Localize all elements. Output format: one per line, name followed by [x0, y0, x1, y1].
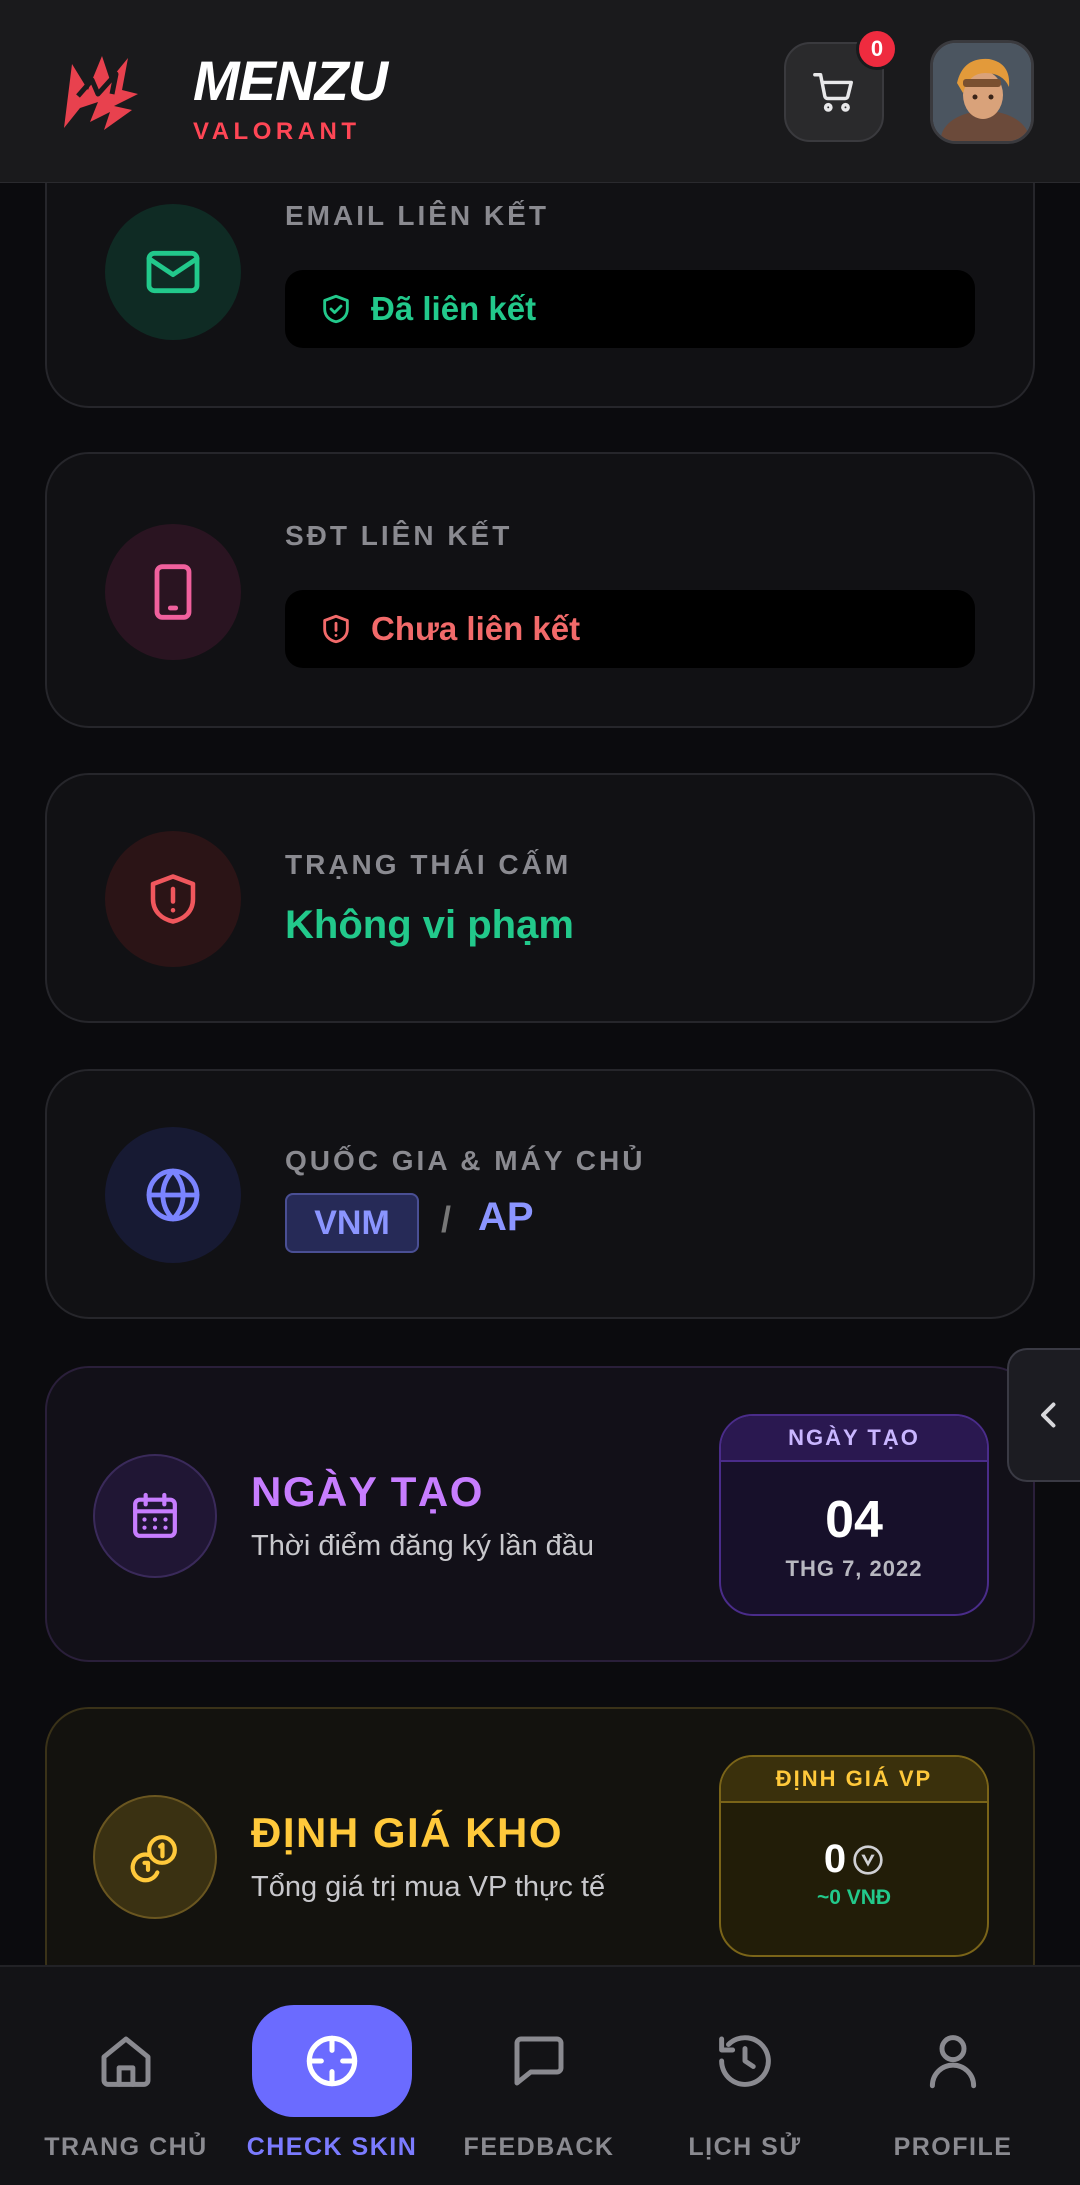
phone-status: Chưa liên kết [285, 590, 975, 668]
created-badge-title: NGÀY TẠO [721, 1416, 987, 1462]
nav-feedback-label: FEEDBACK [463, 2133, 615, 2161]
country-chip: VNM [285, 1193, 419, 1253]
brand-name: MENZU [193, 49, 388, 112]
phone-icon [154, 564, 192, 620]
email-status-text: Đã liên kết [371, 290, 537, 327]
nav-home-icon-wrap [46, 2005, 206, 2117]
globe-icon [146, 1168, 200, 1222]
created-date-badge: NGÀY TẠO 04 THG 7, 2022 [719, 1414, 989, 1616]
shield-check-icon [323, 294, 349, 324]
home-icon [101, 2036, 151, 2087]
cart-icon [813, 73, 853, 112]
vp-currency-icon [853, 1844, 883, 1875]
crosshair-icon [306, 2035, 358, 2087]
created-date-card: NGÀY TẠO Thời điểm đăng ký lần đầu NGÀY … [45, 1366, 1035, 1662]
mail-icon [146, 250, 200, 294]
created-day: 04 [825, 1491, 883, 1549]
ban-label: TRẠNG THÁI CẤM [285, 849, 572, 880]
email-label: EMAIL LIÊN KẾT [285, 200, 549, 231]
valuation-badge: ĐỊNH GIÁ VP 0 ~0 VNĐ [719, 1755, 989, 1957]
nav-history[interactable]: LỊCH SỬ [645, 2005, 845, 2175]
created-title: NGÀY TẠO [251, 1468, 484, 1515]
side-panel-toggle[interactable] [1007, 1348, 1080, 1482]
region-separator: / [441, 1199, 452, 1240]
coins-icon-circle [93, 1795, 217, 1919]
avatar[interactable] [930, 40, 1034, 144]
vnd-value: ~0 VNĐ [816, 1886, 892, 1909]
ban-icon-circle [105, 831, 241, 967]
valuation-title: ĐỊNH GIÁ KHO [251, 1809, 563, 1856]
region-icon-circle [105, 1127, 241, 1263]
chevron-left-icon [1041, 1402, 1056, 1428]
cart-count-badge: 0 [856, 28, 898, 70]
nav-history-label: LỊCH SỬ [688, 2133, 802, 2161]
phone-icon-circle [105, 524, 241, 660]
nav-profile[interactable]: PROFILE [853, 2005, 1053, 2175]
nav-home-label: TRANG CHỦ [44, 2133, 208, 2161]
bottom-navigation: TRANG CHỦ CHECK SKIN FEEDBACK LỊCH SỬ PR… [0, 1965, 1080, 2185]
nav-home[interactable]: TRANG CHỦ [26, 2005, 226, 2175]
app-header: MENZU VALORANT 0 [0, 0, 1080, 183]
phone-label: SĐT LIÊN KẾT [285, 520, 513, 551]
calendar-icon-circle [93, 1454, 217, 1578]
shield-alert-icon [150, 874, 196, 924]
server-value: AP [478, 1195, 534, 1239]
nav-feedback-icon-wrap [459, 2005, 619, 2117]
user-icon [929, 2035, 977, 2089]
coins-icon [130, 1835, 177, 1883]
phone-status-text: Chưa liên kết [371, 610, 581, 647]
vp-row: 0 [721, 1837, 987, 1882]
region-label: QUỐC GIA & MÁY CHỦ [285, 1145, 646, 1176]
phone-card: SĐT LIÊN KẾT Chưa liên kết [45, 452, 1035, 728]
menzu-logo-icon[interactable] [58, 50, 144, 136]
ban-status-card: TRẠNG THÁI CẤM Không vi phạm [45, 773, 1035, 1023]
chat-icon [514, 2036, 564, 2086]
shield-alert-icon [323, 614, 349, 644]
agent-avatar-icon [933, 43, 1031, 141]
history-icon [719, 2035, 771, 2087]
email-status: Đã liên kết [285, 270, 975, 348]
brand-subtitle: VALORANT [193, 118, 361, 145]
nav-history-icon-wrap [665, 2005, 825, 2117]
nav-feedback[interactable]: FEEDBACK [439, 2005, 639, 2175]
email-icon-circle [105, 204, 241, 340]
region-card: QUỐC GIA & MÁY CHỦ VNM / AP [45, 1069, 1035, 1319]
valuation-card: ĐỊNH GIÁ KHO Tổng giá trị mua VP thực tế… [45, 1707, 1035, 2007]
created-month-year: THG 7, 2022 [785, 1556, 923, 1581]
valuation-badge-title: ĐỊNH GIÁ VP [721, 1757, 987, 1803]
nav-check-skin[interactable]: CHECK SKIN [232, 2005, 432, 2175]
calendar-icon [133, 1492, 177, 1538]
ban-value: Không vi phạm [285, 903, 574, 947]
nav-profile-icon-wrap [873, 2005, 1033, 2117]
valuation-desc: Tổng giá trị mua VP thực tế [251, 1871, 606, 1903]
nav-check-skin-label: CHECK SKIN [246, 2133, 418, 2161]
nav-check-skin-icon-wrap [252, 2005, 412, 2117]
vp-value: 0 [823, 1837, 847, 1881]
created-desc: Thời điểm đăng ký lần đầu [251, 1530, 595, 1562]
nav-profile-label: PROFILE [893, 2133, 1013, 2161]
